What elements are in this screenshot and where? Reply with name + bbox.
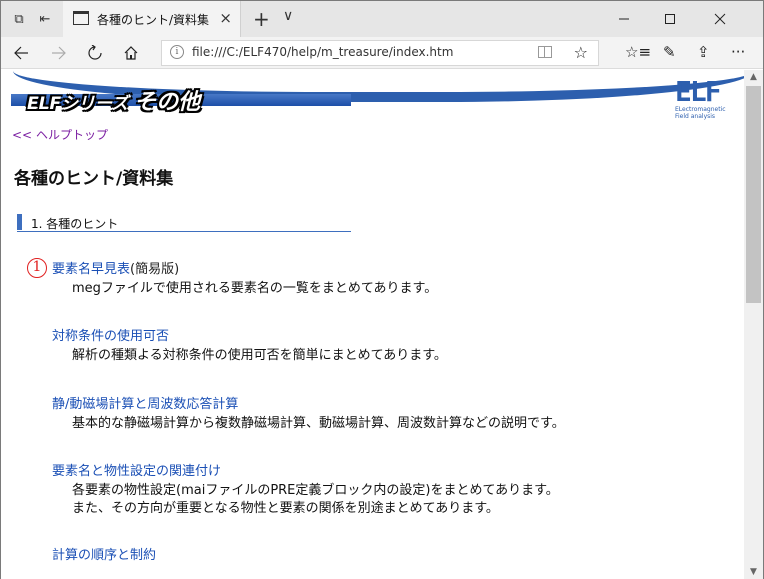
forward-icon xyxy=(52,46,66,60)
more-icon[interactable]: ··· xyxy=(731,43,745,61)
list-item: 対称条件の使用可否 解析の種類よる対称条件の使用可否を簡単にまとめてあります。 xyxy=(52,327,447,365)
tabs-aside-icon[interactable]: ⧉ xyxy=(9,9,29,29)
tab-list-button[interactable]: ∨ xyxy=(283,8,293,24)
list-item: 静/動磁場計算と周波数応答計算 基本的な静磁場計算から複数静磁場計算、動磁場計算… xyxy=(52,395,565,433)
logo-mark: ELF xyxy=(675,75,722,108)
maximize-button[interactable] xyxy=(647,1,693,37)
tab-back-icon[interactable]: ⇤ xyxy=(35,9,55,29)
help-top-link[interactable]: << ヘルプトップ xyxy=(12,126,108,143)
section-header: 1. 各種のヒント xyxy=(17,212,351,232)
maximize-icon xyxy=(665,14,675,24)
vertical-scrollbar[interactable]: ▲ ▼ xyxy=(744,70,763,579)
page-title: 各種のヒント/資料集 xyxy=(14,169,174,189)
tab-title: 各種のヒント/資料集 xyxy=(97,13,210,27)
refresh-button[interactable] xyxy=(83,41,107,65)
list-item: 要素名と物性設定の関連付け 各要素の物性設定(maiファイルのPRE定義ブロック… xyxy=(52,462,559,518)
page-icon xyxy=(73,11,89,25)
banner-other: その他 xyxy=(134,90,201,115)
item-description: 解析の種類よる対称条件の使用可否を簡単にまとめてあります。 xyxy=(72,348,447,363)
double-chevron-left-icon: << xyxy=(12,128,33,142)
forward-button[interactable] xyxy=(47,41,71,65)
item-link[interactable]: 静/動磁場計算と周波数応答計算 xyxy=(52,395,565,415)
item-link[interactable]: 要素名早見表 xyxy=(52,262,130,277)
list-item: 計算の順序と制約 xyxy=(52,546,156,566)
logo-sub-2: Field analysis xyxy=(675,113,716,120)
refresh-icon xyxy=(88,45,102,60)
minimize-button[interactable] xyxy=(601,1,647,37)
pen-icon[interactable]: ✎ xyxy=(663,43,676,61)
item-link[interactable]: 要素名と物性設定の関連付け xyxy=(52,462,559,482)
close-window-button[interactable] xyxy=(697,1,743,37)
section-bar xyxy=(17,214,22,230)
share-icon[interactable]: ⇪ xyxy=(697,43,710,61)
home-button[interactable] xyxy=(119,41,143,65)
title-bar: ⧉ ⇤ 各種のヒント/資料集 × + ∨ xyxy=(1,1,763,37)
page-content: ELFシリーズ その他 ELF ELectromagnetic Field an… xyxy=(1,70,744,579)
item-suffix: (簡易版) xyxy=(130,262,180,277)
list-item: 要素名早見表(簡易版) megファイルで使用される要素名の一覧をまとめてあります… xyxy=(52,258,437,298)
scroll-thumb[interactable] xyxy=(746,86,761,303)
elf-logo: ELF ELectromagnetic Field analysis xyxy=(675,75,735,121)
item-link[interactable]: 対称条件の使用可否 xyxy=(52,327,447,347)
item-description: また、その方向が重要となる物性と要素の関係を別途まとめてあります。 xyxy=(72,501,499,516)
favorite-icon[interactable]: ☆ xyxy=(574,43,588,62)
navigation-bar: i file:///C:/ELF470/help/m_treasure/inde… xyxy=(1,37,763,69)
item-link[interactable]: 計算の順序と制約 xyxy=(52,546,156,566)
tab-close-button[interactable]: × xyxy=(219,9,232,27)
address-text[interactable]: file:///C:/ELF470/help/m_treasure/index.… xyxy=(192,45,453,59)
header-banner: ELFシリーズ その他 ELF ELectromagnetic Field an… xyxy=(1,70,744,120)
info-icon[interactable]: i xyxy=(170,45,184,59)
back-icon xyxy=(14,46,28,60)
item-description: megファイルで使用される要素名の一覧をまとめてあります。 xyxy=(72,281,438,296)
back-button[interactable] xyxy=(9,41,33,65)
banner-title: ELFシリーズ その他 xyxy=(27,84,200,116)
favorites-hub-icon[interactable]: ☆≡ xyxy=(625,43,651,61)
annotation-marker: 1 xyxy=(27,258,47,278)
reading-view-icon[interactable] xyxy=(538,46,552,58)
section-label: 1. 各種のヒント xyxy=(31,217,119,231)
logo-sub-1: ELectromagnetic xyxy=(675,106,726,113)
minimize-icon xyxy=(619,18,629,20)
help-top-link-label: ヘルプトップ xyxy=(35,128,108,142)
scroll-up-icon[interactable]: ▲ xyxy=(744,70,763,85)
item-description: 各要素の物性設定(maiファイルのPRE定義ブロック内の設定)をまとめてあります… xyxy=(72,483,559,498)
scroll-down-icon[interactable]: ▼ xyxy=(744,565,763,579)
address-bar[interactable]: i file:///C:/ELF470/help/m_treasure/inde… xyxy=(161,40,599,66)
new-tab-button[interactable]: + xyxy=(253,7,270,31)
item-description: 基本的な静磁場計算から複数静磁場計算、動磁場計算、周波数計算などの説明です。 xyxy=(72,416,565,431)
home-icon xyxy=(124,46,138,60)
banner-series: ELFシリーズ xyxy=(27,94,129,114)
browser-window: ⧉ ⇤ 各種のヒント/資料集 × + ∨ i file:///C:/ELF470… xyxy=(0,0,764,579)
browser-tab[interactable]: 各種のヒント/資料集 × xyxy=(63,1,241,37)
close-icon xyxy=(714,13,726,25)
